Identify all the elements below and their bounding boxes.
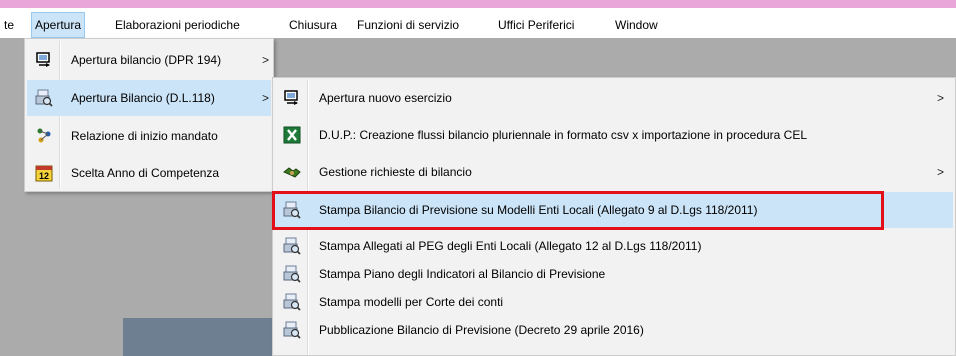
submenu-arrow-icon: > [937,91,945,105]
menu-item-apertura-bilancio-dpr194[interactable]: Apertura bilancio (DPR 194) > [27,42,271,78]
menu-item-label: D.U.P.: Creazione flussi bilancio plurie… [319,128,808,142]
menu-item-label: Apertura nuovo esercizio [319,91,452,105]
submenu-item-dup-creazione-flussi[interactable]: D.U.P.: Creazione flussi bilancio plurie… [275,117,953,153]
print-preview-icon [283,321,301,339]
menu-bar: te Apertura Elaborazioni periodiche Chiu… [0,12,956,38]
submenu-arrow-icon: > [262,91,270,105]
excel-icon [283,126,301,144]
highlight-annotation-box [272,191,884,230]
title-bar-stripe [0,0,956,8]
menubar-item-funzioni-di-servizio[interactable]: Funzioni di servizio [353,12,463,38]
menu-item-label: Pubblicazione Bilancio di Previsione (De… [319,323,644,337]
calendar-icon: 12 [35,164,53,182]
menu-item-label: Apertura Bilancio (D.L.118) [71,91,215,105]
menu-item-label: Relazione di inizio mandato [71,129,218,143]
menu-item-label: Apertura bilancio (DPR 194) [71,53,222,67]
application-window: te Apertura Elaborazioni periodiche Chiu… [0,0,956,356]
menubar-item-elaborazioni-periodiche[interactable]: Elaborazioni periodiche [111,12,244,38]
submenu-arrow-icon: > [262,53,270,67]
menubar-item-window[interactable]: Window [611,12,662,38]
submenu-item-apertura-nuovo-esercizio[interactable]: Apertura nuovo esercizio > [275,80,953,116]
submenu-arrow-icon: > [937,165,945,179]
print-preview-icon [35,89,53,107]
computer-arrow-icon [35,51,53,69]
menu-item-apertura-bilancio-dl118[interactable]: Apertura Bilancio (D.L.118) > [27,80,271,116]
print-preview-icon [283,265,301,283]
background-window-fragment [123,318,283,356]
submenu-item-pubblicazione-bilancio[interactable]: Pubblicazione Bilancio di Previsione (De… [275,312,953,348]
menu-item-label: Scelta Anno di Competenza [71,166,220,180]
handshake-icon [283,163,301,181]
menu-item-scelta-anno-competenza[interactable]: 12 Scelta Anno di Competenza [27,155,271,191]
print-preview-icon [283,293,301,311]
apertura-dropdown-menu: Apertura bilancio (DPR 194) > Apertura B… [24,38,274,192]
menubar-item-chiusura[interactable]: Chiusura [285,12,341,38]
menu-item-relazione-inizio-mandato[interactable]: Relazione di inizio mandato [27,118,271,154]
menubar-item-te[interactable]: te [0,12,18,38]
people-network-icon [35,127,53,145]
menu-item-label: Gestione richieste di bilancio [319,165,472,179]
menubar-item-uffici-periferici[interactable]: Uffici Periferici [494,12,578,38]
computer-arrow-icon [283,89,301,107]
menubar-item-apertura[interactable]: Apertura [31,12,86,38]
print-preview-icon [283,237,301,255]
submenu-item-gestione-richieste-bilancio[interactable]: Gestione richieste di bilancio > [275,154,953,190]
svg-text:12: 12 [39,171,49,181]
